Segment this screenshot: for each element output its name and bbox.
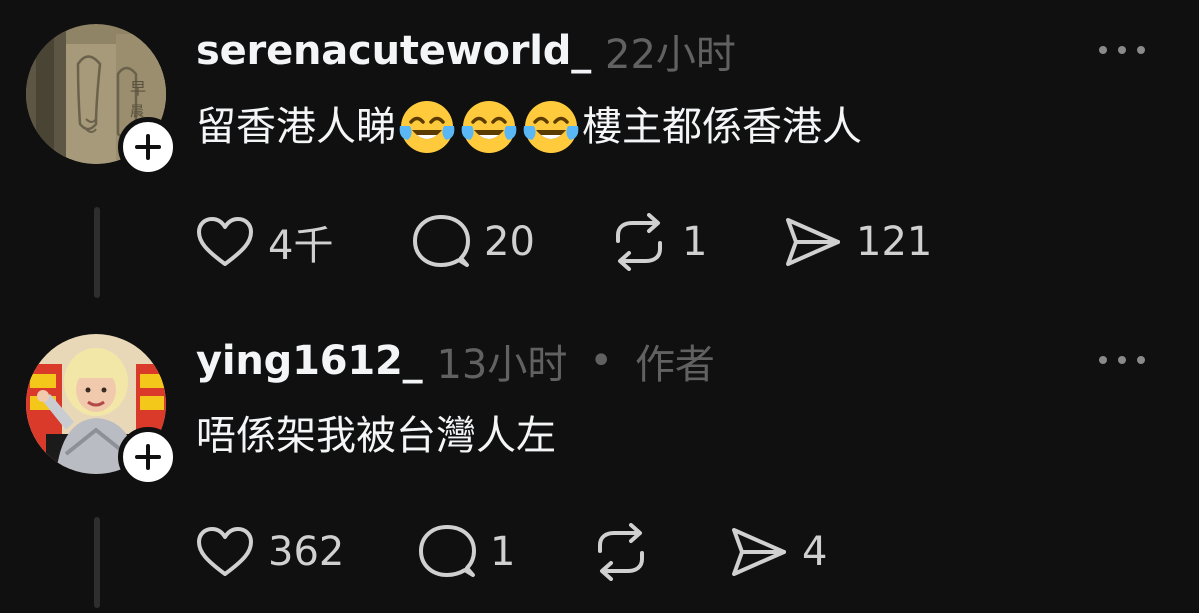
comment-item: 早 晨 serenacuteworld_ 22小时 留香港人睇 樓主都係香港人 …	[0, 0, 1199, 303]
face-with-tears-of-joy-icon	[460, 98, 518, 156]
comment-bubble-icon	[413, 215, 470, 267]
comment-text-part: 唔係架我被台灣人左	[196, 413, 556, 459]
plus-icon	[135, 134, 161, 160]
author-badge: 作者	[634, 342, 715, 388]
share-count: 4	[802, 529, 828, 575]
timestamp: 22小时	[605, 32, 736, 78]
reply-button[interactable]: 1	[418, 522, 515, 582]
comment-item: ying1612_ 13小时 • 作者 唔係架我被台灣人左 362 1 4	[0, 310, 1199, 613]
reply-button[interactable]: 20	[412, 212, 535, 272]
thread-line	[94, 517, 100, 608]
repost-button[interactable]	[592, 522, 664, 582]
comment-header: serenacuteworld_ 22小时	[196, 25, 736, 78]
heart-icon	[197, 527, 253, 576]
send-icon	[786, 218, 840, 266]
more-options-button[interactable]	[1094, 346, 1150, 374]
separator-dot: •	[589, 338, 613, 384]
like-count: 4千	[268, 223, 334, 269]
comment-text-part: 留香港人睇	[196, 104, 396, 150]
repost-icon	[616, 213, 662, 271]
follow-button[interactable]	[118, 427, 178, 487]
comment-bubble-icon	[419, 525, 476, 577]
action-bar: 4千 20 1 121	[196, 212, 1096, 272]
reply-count: 1	[490, 529, 516, 575]
repost-button[interactable]: 1	[610, 212, 707, 272]
comment-text-part: 樓主都係香港人	[582, 104, 862, 150]
comment-header: ying1612_ 13小时 • 作者	[196, 335, 715, 388]
repost-count: 1	[682, 219, 708, 265]
like-button[interactable]: 362	[196, 522, 344, 582]
comment-text: 唔係架我被台灣人左	[196, 408, 556, 464]
more-options-button[interactable]	[1094, 36, 1150, 64]
share-button[interactable]: 4	[730, 522, 827, 582]
like-count: 362	[268, 529, 345, 575]
share-count: 121	[856, 219, 933, 265]
face-with-tears-of-joy-icon	[398, 98, 456, 156]
thread-line	[94, 207, 100, 298]
heart-icon	[197, 217, 253, 266]
share-button[interactable]: 121	[784, 212, 932, 272]
face-with-tears-of-joy-icon	[522, 98, 580, 156]
comment-text: 留香港人睇 樓主都係香港人	[196, 98, 862, 156]
follow-button[interactable]	[118, 117, 178, 177]
plus-icon	[135, 444, 161, 470]
more-icon	[1099, 46, 1145, 54]
action-bar: 362 1 4	[196, 522, 1096, 582]
repost-icon	[598, 523, 644, 581]
username[interactable]: ying1612_	[196, 338, 423, 384]
reply-count: 20	[484, 219, 535, 265]
like-button[interactable]: 4千	[196, 212, 333, 272]
more-icon	[1099, 356, 1145, 364]
svg-text:早: 早	[130, 79, 146, 98]
username[interactable]: serenacuteworld_	[196, 28, 591, 74]
timestamp: 13小时	[436, 342, 568, 388]
send-icon	[732, 528, 786, 576]
